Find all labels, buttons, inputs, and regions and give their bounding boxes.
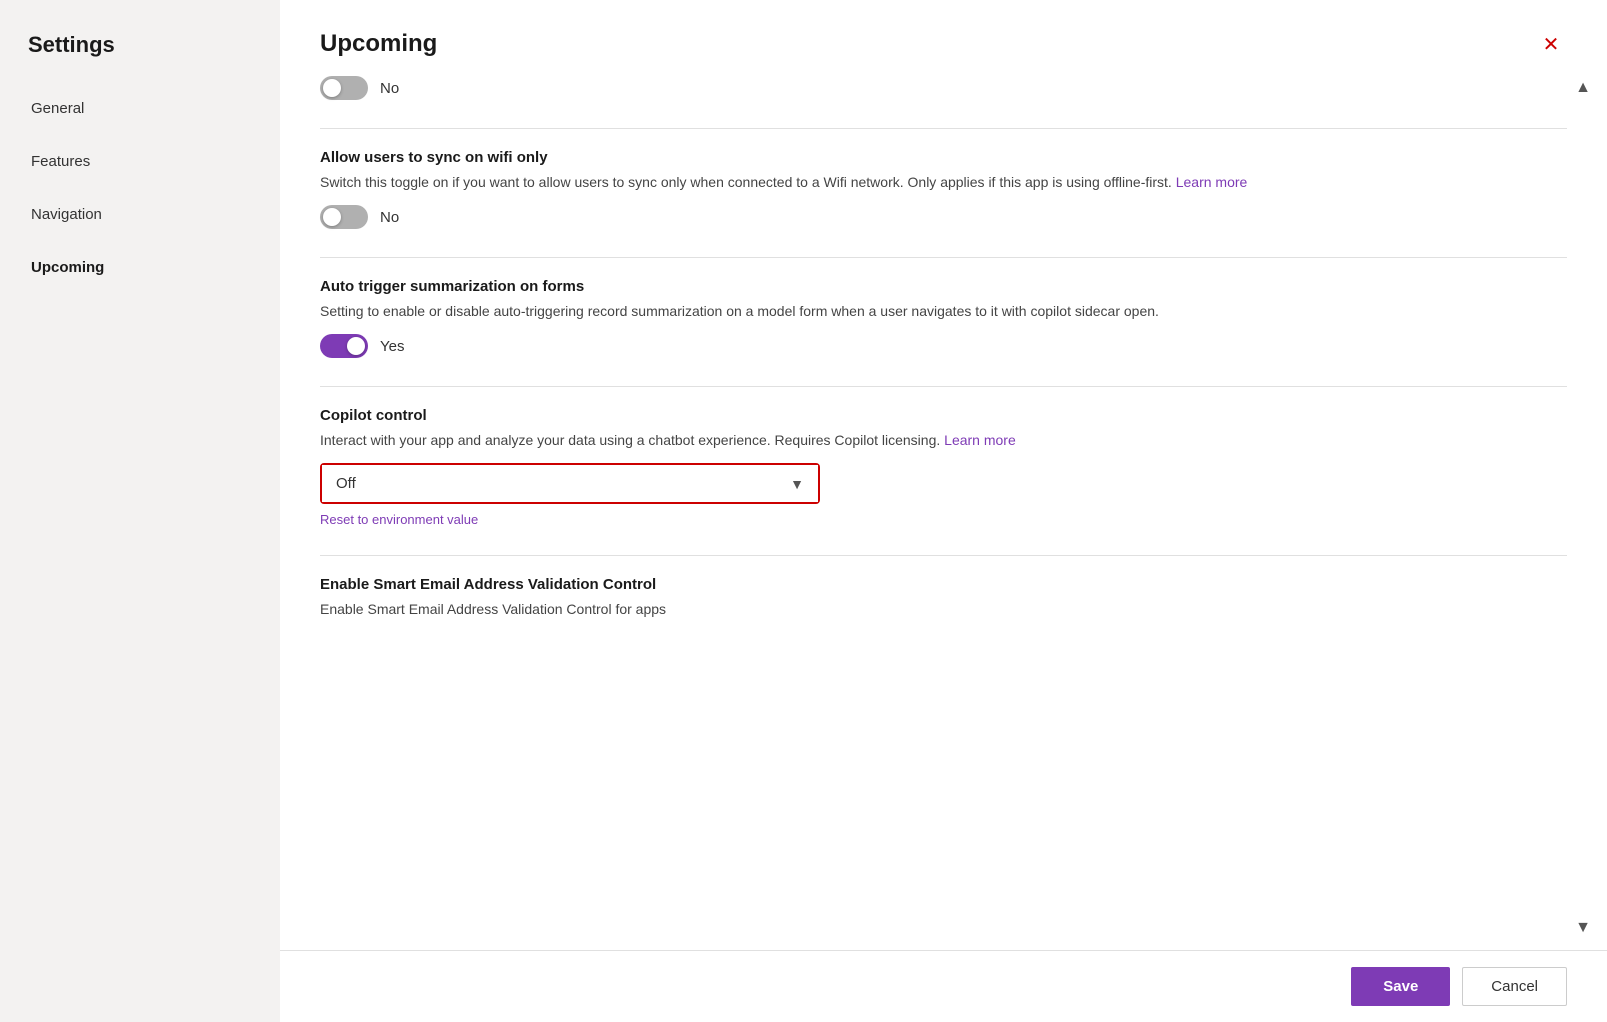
smart-email-desc: Enable Smart Email Address Validation Co… [320, 599, 1567, 620]
footer: Save Cancel [280, 950, 1607, 1022]
setting-section-autotrigger: Auto trigger summarization on forms Sett… [320, 278, 1567, 358]
sidebar-item-general[interactable]: General [0, 82, 280, 135]
copilot-dropdown[interactable]: Off On Default [322, 465, 818, 502]
scroll-down-arrow[interactable]: ▼ [1563, 912, 1603, 944]
sidebar-nav: General Features Navigation Upcoming [0, 82, 280, 294]
main-header: Upcoming ✕ [280, 0, 1607, 76]
copilot-desc: Interact with your app and analyze your … [320, 430, 1567, 451]
wifi-learn-more[interactable]: Learn more [1176, 174, 1248, 190]
toggle-label-autotrigger: Yes [380, 338, 404, 355]
toggle-switch-autotrigger[interactable] [320, 334, 368, 358]
sidebar-item-features[interactable]: Features [0, 135, 280, 188]
main-panel: Upcoming ✕ ▲ No Allow users to sync on w… [280, 0, 1607, 1022]
sidebar-item-upcoming[interactable]: Upcoming [0, 241, 280, 294]
copilot-dropdown-wrapper: Off On Default ▼ [320, 463, 820, 504]
toggle-switch-wifi[interactable] [320, 205, 368, 229]
toggle-switch-1[interactable] [320, 76, 368, 100]
smart-email-heading: Enable Smart Email Address Validation Co… [320, 576, 1567, 593]
copilot-dropdown-inner: Off On Default ▼ [322, 465, 818, 502]
setting-section-wifi: Allow users to sync on wifi only Switch … [320, 149, 1567, 229]
setting-section-copilot: Copilot control Interact with your app a… [320, 407, 1567, 527]
autotrigger-heading: Auto trigger summarization on forms [320, 278, 1567, 295]
copilot-heading: Copilot control [320, 407, 1567, 424]
divider-3 [320, 386, 1567, 387]
sidebar-item-navigation[interactable]: Navigation [0, 188, 280, 241]
autotrigger-desc: Setting to enable or disable auto-trigge… [320, 301, 1567, 322]
close-button[interactable]: ✕ [1535, 28, 1567, 60]
toggle-row-autotrigger: Yes [320, 334, 1567, 358]
divider-1 [320, 128, 1567, 129]
save-button[interactable]: Save [1351, 967, 1450, 1006]
wifi-desc: Switch this toggle on if you want to all… [320, 172, 1567, 193]
divider-4 [320, 555, 1567, 556]
setting-section-toggle1: No [320, 76, 1567, 100]
toggle-row-1: No [320, 76, 1567, 100]
toggle-label-1: No [380, 80, 399, 97]
settings-content: No Allow users to sync on wifi only Swit… [280, 76, 1607, 950]
toggle-row-wifi: No [320, 205, 1567, 229]
copilot-learn-more[interactable]: Learn more [944, 432, 1016, 448]
divider-2 [320, 257, 1567, 258]
sidebar-title: Settings [0, 0, 280, 82]
wifi-heading: Allow users to sync on wifi only [320, 149, 1567, 166]
page-title: Upcoming [320, 30, 437, 58]
reset-environment-link[interactable]: Reset to environment value [320, 512, 1567, 527]
setting-section-smart-email: Enable Smart Email Address Validation Co… [320, 576, 1567, 620]
cancel-button[interactable]: Cancel [1462, 967, 1567, 1006]
toggle-label-wifi: No [380, 209, 399, 226]
settings-sidebar: Settings General Features Navigation Upc… [0, 0, 280, 1022]
